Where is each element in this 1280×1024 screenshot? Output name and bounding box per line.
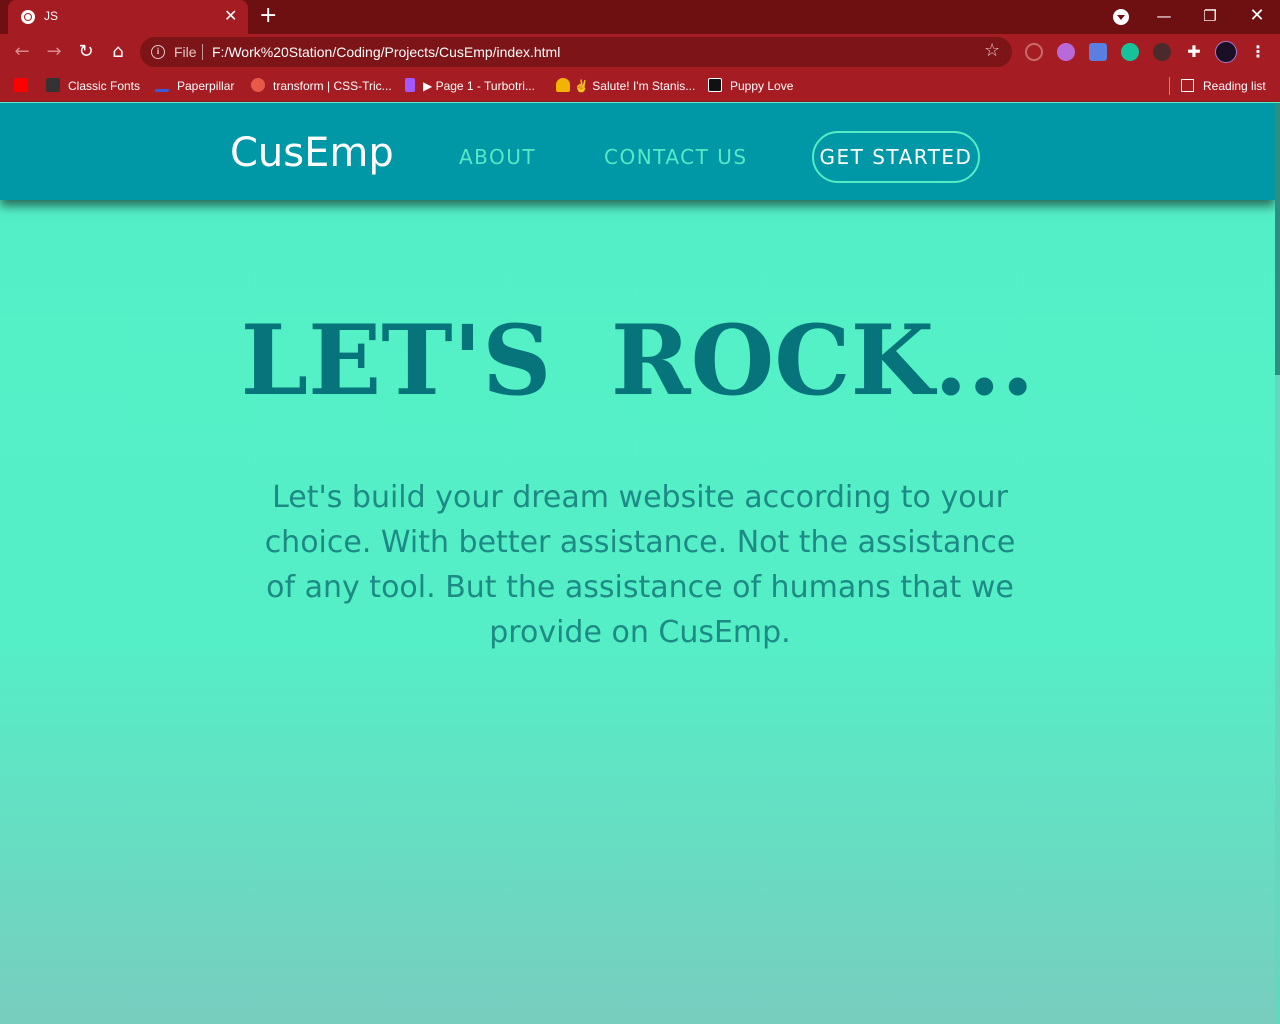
- reload-icon[interactable]: ↻: [73, 39, 99, 65]
- url-text[interactable]: F:/Work%20Station/Coding/Projects/CusEmp…: [212, 44, 560, 60]
- site-navbar: CusEmp ABOUT CONTACT US GET STARTED: [0, 103, 1275, 200]
- tab-title: JS: [44, 9, 59, 23]
- info-icon[interactable]: i: [151, 45, 165, 59]
- minimize-button[interactable]: —: [1141, 0, 1187, 34]
- get-started-button[interactable]: GET STARTED: [812, 131, 980, 183]
- sg-icon: [46, 78, 60, 92]
- css-tricks-icon: [251, 78, 265, 92]
- tab-search-icon[interactable]: [1113, 9, 1129, 25]
- grammarly-icon[interactable]: [1121, 43, 1139, 61]
- p-icon: [708, 78, 722, 92]
- extension-icon[interactable]: [1057, 43, 1075, 61]
- reading-list-icon: [1181, 79, 1194, 92]
- hero-description: Let's build your dream website according…: [264, 480, 1016, 650]
- paperpillar-icon: [155, 78, 169, 92]
- bookmark-css-tricks[interactable]: transform | CSS-Tric...: [251, 77, 392, 95]
- url-scheme-label: File: [174, 44, 197, 60]
- bookmark-puppy-love[interactable]: Puppy Love: [708, 77, 793, 95]
- bookmark-stanislav[interactable]: ✌ Salute! I'm Stanis...: [556, 77, 695, 95]
- puzzle-icon[interactable]: ✚: [1181, 39, 1207, 65]
- extension-icon[interactable]: [1089, 43, 1107, 61]
- divider: [1169, 77, 1170, 95]
- page-viewport: CusEmp ABOUT CONTACT US GET STARTED LET'…: [0, 103, 1280, 1024]
- new-tab-button[interactable]: +: [259, 4, 277, 28]
- bookmark-classic-fonts[interactable]: Classic Fonts: [46, 77, 140, 95]
- nav-link-contact[interactable]: CONTACT US: [604, 145, 748, 169]
- extension-icon[interactable]: [1025, 43, 1043, 61]
- bookmark-star-icon[interactable]: ☆: [984, 41, 1000, 61]
- bookmark-paperpillar[interactable]: Paperpillar: [155, 77, 234, 95]
- reading-list-button[interactable]: Reading list: [1181, 77, 1266, 95]
- tab-strip: JS ✕ + — ❐ ✕: [0, 0, 1280, 34]
- site-logo[interactable]: CusEmp: [230, 129, 394, 177]
- vertical-scrollbar[interactable]: [1275, 103, 1280, 1024]
- bookmarks-bar: Classic Fonts Paperpillar transform | CS…: [0, 70, 1280, 102]
- address-bar[interactable]: i File F:/Work%20Station/Coding/Projects…: [140, 37, 1012, 67]
- home-icon[interactable]: ⌂: [105, 39, 131, 65]
- horseshoe-icon: [556, 78, 570, 92]
- browser-tab[interactable]: JS ✕: [8, 0, 248, 34]
- kebab-menu-icon[interactable]: ⋮: [1250, 42, 1266, 62]
- back-arrow-icon[interactable]: ←: [9, 39, 35, 65]
- close-window-button[interactable]: ✕: [1234, 0, 1280, 34]
- restore-button[interactable]: ❐: [1187, 0, 1233, 34]
- globe-icon: [21, 10, 35, 24]
- bookmark-turbotrip[interactable]: ▶ Page 1 - Turbotri...: [405, 77, 535, 95]
- browser-toolbar: ← → ↻ ⌂ i File F:/Work%20Station/Coding/…: [0, 34, 1280, 70]
- close-tab-icon[interactable]: ✕: [224, 7, 237, 25]
- avatar[interactable]: [1215, 41, 1237, 63]
- forward-arrow-icon[interactable]: →: [41, 39, 67, 65]
- hero-title: LET'S ROCK...: [240, 304, 1035, 417]
- figma-icon: [405, 78, 415, 92]
- bookmark-youtube[interactable]: [14, 77, 28, 95]
- scrollbar-thumb[interactable]: [1275, 103, 1280, 375]
- youtube-icon: [14, 78, 28, 92]
- extension-icon[interactable]: [1153, 43, 1171, 61]
- divider: [202, 44, 203, 60]
- nav-link-about[interactable]: ABOUT: [459, 145, 536, 169]
